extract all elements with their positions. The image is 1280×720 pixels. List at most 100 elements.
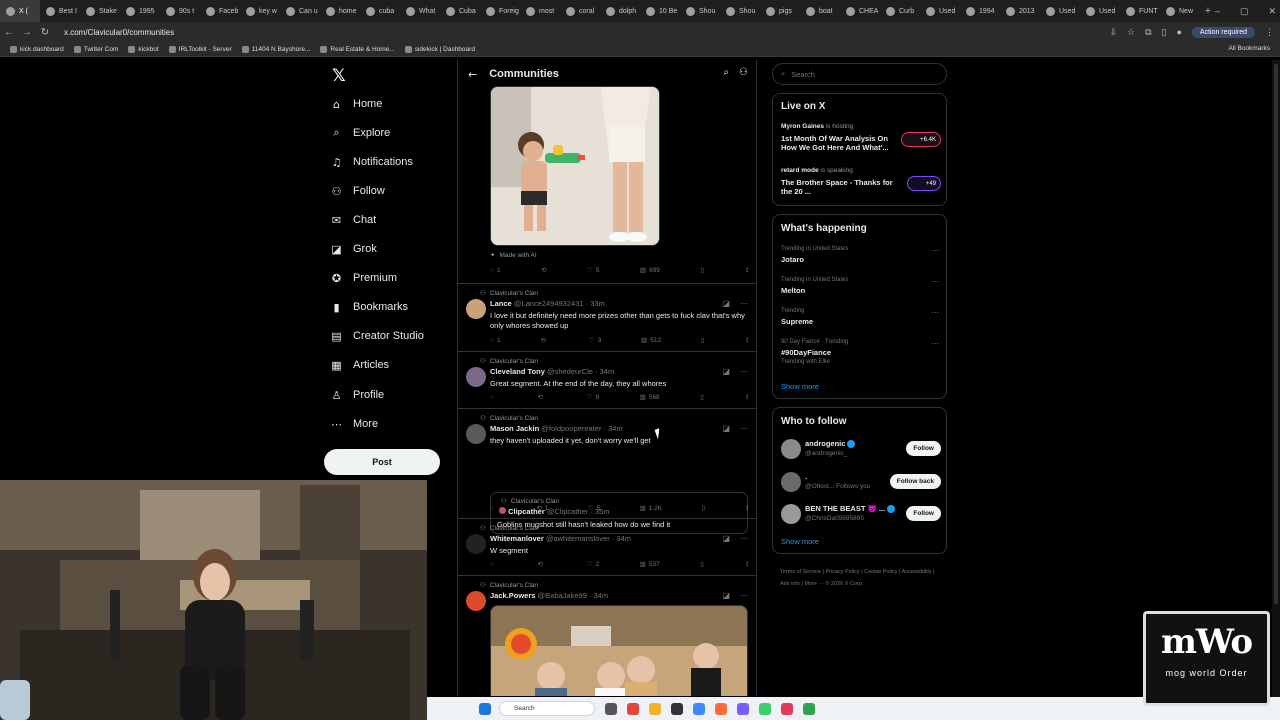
browser-tab[interactable]: Can u: [280, 0, 320, 22]
author-name[interactable]: Jack.Powers: [490, 591, 535, 600]
like-button[interactable]: ♡ 2: [587, 560, 599, 569]
more-icon[interactable]: ⋯: [740, 367, 748, 376]
back-arrow-icon[interactable]: ←: [0, 27, 18, 38]
follow-suggestion[interactable]: BEN THE BEAST 😈 ... @ChrisDa05695895 Follo…: [781, 502, 941, 528]
post-image[interactable]: [490, 605, 748, 696]
obs-icon[interactable]: [781, 702, 793, 715]
follow-button[interactable]: Follow: [906, 441, 941, 456]
reply-button[interactable]: ○: [490, 504, 497, 512]
share-button[interactable]: ⇪: [744, 266, 749, 274]
nav-item-more[interactable]: ⋯ More: [330, 414, 378, 434]
menu-dots-icon[interactable]: ⋮: [1265, 27, 1274, 38]
new-tab-button[interactable]: +: [1200, 5, 1216, 17]
nav-item-chat[interactable]: ✉ Chat: [330, 210, 376, 230]
app-icon[interactable]: [803, 702, 815, 715]
trend-item[interactable]: 90 Day Fiancé · Trending #90DayFiance ⋯ Tre…: [781, 339, 941, 365]
avatar[interactable]: [466, 424, 486, 444]
extensions-icon[interactable]: ⧉: [1145, 27, 1151, 38]
firefox-icon[interactable]: [715, 702, 727, 715]
suggested-user-name[interactable]: androgenic: [805, 439, 856, 449]
bookmark-item[interactable]: kick dashboard: [10, 45, 64, 53]
nav-item-profile[interactable]: ♙ Profile: [330, 385, 385, 405]
browser-tab[interactable]: 1994: [960, 0, 1000, 22]
bookmark-item[interactable]: Twitter Com: [73, 45, 118, 53]
suggested-user-name[interactable]: BEN THE BEAST 😈 ...: [805, 504, 896, 514]
browser-tab[interactable]: boat: [800, 0, 840, 22]
chrome-icon[interactable]: [627, 702, 639, 715]
footer-links[interactable]: Terms of Service | Privacy Policy | Cook…: [780, 566, 940, 590]
page-scrollbar-thumb[interactable]: [1274, 64, 1278, 604]
nav-item-creator-studio[interactable]: ▤ Creator Studio: [330, 326, 424, 346]
browser-tab[interactable]: Best I: [40, 0, 80, 22]
avatar[interactable]: [466, 534, 486, 554]
more-icon[interactable]: ⋯: [931, 339, 939, 348]
trend-item[interactable]: Trending Supreme ⋯: [781, 308, 941, 326]
suggested-user-name[interactable]: .: [805, 472, 807, 481]
browser-tab[interactable]: Shou: [720, 0, 760, 22]
bookmark-item[interactable]: Real Estate & Home...: [320, 45, 395, 53]
bookmark-item[interactable]: sidekick | Dashboard: [404, 45, 475, 53]
nav-item-follow[interactable]: ⚇ Follow: [330, 181, 385, 201]
more-icon[interactable]: ⋯: [740, 424, 748, 433]
avatar[interactable]: [466, 299, 486, 319]
author-name[interactable]: Lance: [490, 299, 512, 308]
star-icon[interactable]: ☆: [1127, 27, 1135, 38]
bookmark-button[interactable]: ▯: [700, 393, 704, 401]
browser-tab[interactable]: most: [520, 0, 560, 22]
post-item[interactable]: ⚇ Clavicular's Clan Jack.Powers @BabaJake9…: [458, 576, 756, 696]
nav-item-notifications[interactable]: ♫ Notifications: [330, 152, 413, 172]
browser-tab[interactable]: key w: [240, 0, 280, 22]
browser-tab[interactable]: cuba: [360, 0, 400, 22]
browser-tab[interactable]: dolph: [600, 0, 640, 22]
browser-tab[interactable]: 2013: [1000, 0, 1040, 22]
post-image[interactable]: [490, 86, 660, 246]
nav-item-home[interactable]: ⌂ Home: [330, 94, 382, 114]
follow-button[interactable]: Follow: [906, 506, 941, 521]
task-view-icon[interactable]: [605, 702, 617, 715]
browser-tab[interactable]: Shou: [680, 0, 720, 22]
views-button[interactable]: ▥ 512: [641, 336, 661, 345]
grok-icon[interactable]: ◪: [722, 367, 730, 376]
follow-suggestion[interactable]: androgenic @androgenic_ Follow: [781, 437, 941, 463]
search-box[interactable]: ⌕ Search: [772, 63, 947, 85]
like-button[interactable]: ♡ 3: [589, 336, 601, 345]
browser-icon[interactable]: [693, 702, 705, 715]
file-explorer-icon[interactable]: [649, 702, 661, 715]
browser-tab[interactable]: home: [320, 0, 360, 22]
more-icon[interactable]: ⋯: [931, 277, 939, 286]
bookmark-button[interactable]: ▯: [701, 336, 705, 344]
browser-tab[interactable]: Cuba: [440, 0, 480, 22]
browser-tab[interactable]: Used: [1080, 0, 1120, 22]
browser-tab[interactable]: FUNT: [1120, 0, 1160, 22]
grok-icon[interactable]: ◪: [722, 424, 730, 433]
bookmark-button[interactable]: ▯: [702, 504, 706, 512]
views-button[interactable]: ▥ 537: [640, 560, 660, 569]
install-icon[interactable]: ⇩: [1109, 27, 1117, 38]
browser-tab[interactable]: X (: [0, 0, 40, 22]
show-more-link[interactable]: Show more: [781, 537, 819, 546]
browser-tab[interactable]: New: [1160, 0, 1200, 22]
like-button[interactable]: ♡ 9: [587, 393, 599, 402]
post-item[interactable]: ⚇ Clavicular's Clan Whitemanlover @awhitem…: [458, 519, 756, 576]
taskbar-search[interactable]: Search: [499, 701, 595, 716]
post-item[interactable]: ⚇ Clavicular's Clan Cleveland Tony @shedeu…: [458, 352, 756, 409]
minimize-icon[interactable]: –: [1215, 6, 1220, 16]
share-button[interactable]: ⇪: [744, 393, 749, 401]
trend-item[interactable]: Trending in United States Melton ⋯: [781, 277, 941, 295]
share-button[interactable]: ⇪: [745, 504, 750, 512]
post-item[interactable]: ✦ Made with AI ○ 1 ⟲ ♡ 5 ▥ 699 ▯ ⇪: [458, 80, 756, 284]
maximize-icon[interactable]: ▢: [1240, 6, 1249, 17]
bookmark-item[interactable]: 11404 N Bayshore...: [241, 45, 310, 53]
back-arrow-icon[interactable]: ←: [468, 68, 477, 81]
reply-button[interactable]: ○ 1: [490, 336, 501, 344]
forward-arrow-icon[interactable]: →: [18, 27, 36, 38]
post-item[interactable]: ⚇ Clavicular's Clan Mason Jackin @foldpoop…: [458, 409, 756, 534]
trend-item[interactable]: Trending in United States Jotaro ⋯: [781, 246, 941, 264]
communities-icon[interactable]: ⚇: [739, 67, 748, 78]
author-name[interactable]: Whitemanlover: [490, 534, 544, 543]
views-button[interactable]: ▥ 699: [640, 266, 660, 275]
bookmark-button[interactable]: ▯: [700, 266, 704, 274]
close-icon[interactable]: ✕: [1268, 6, 1276, 17]
nav-item-premium[interactable]: ✪ Premium: [330, 268, 397, 288]
browser-tab[interactable]: What: [400, 0, 440, 22]
